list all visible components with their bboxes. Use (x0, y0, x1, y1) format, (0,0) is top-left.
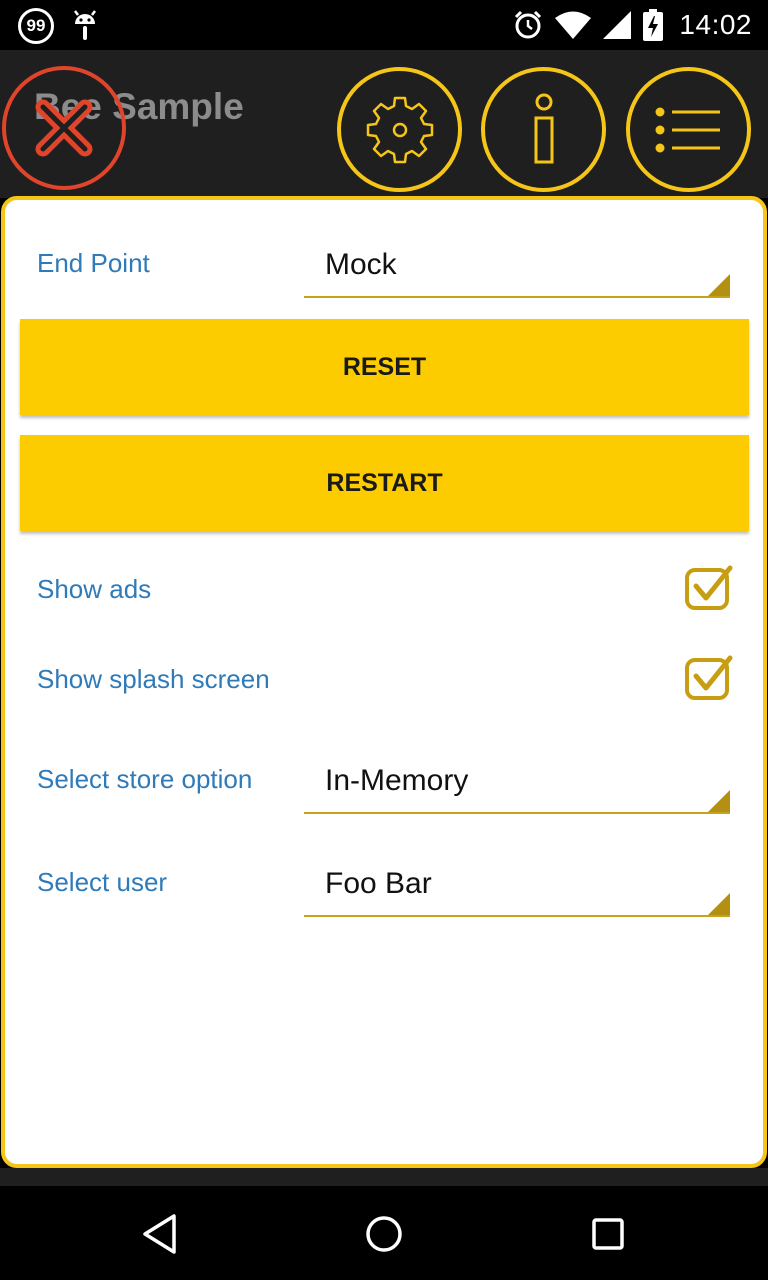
alarm-icon (515, 10, 542, 39)
info-icon (534, 93, 553, 163)
gear-icon (366, 96, 433, 163)
cell-signal-icon (603, 11, 632, 39)
back-icon (143, 1214, 176, 1254)
settings-panel: End Point Mock RESET RESTART Show ads Sh… (1, 196, 767, 1168)
store-option-value: In-Memory (325, 764, 469, 797)
end-point-label: End Point (37, 248, 150, 278)
restart-button[interactable]: RESTART (20, 435, 749, 531)
status-left: 99 (18, 8, 98, 44)
store-option-row: Select store option In-Memory (5, 752, 763, 816)
close-button[interactable] (2, 66, 126, 190)
list-menu-icon (655, 107, 720, 152)
end-point-value: Mock (325, 248, 397, 281)
user-label: Select user (37, 867, 168, 897)
home-icon (366, 1216, 402, 1252)
status-right: 14:02 (513, 8, 752, 42)
end-point-row: End Point Mock (5, 236, 763, 300)
info-button[interactable] (481, 67, 606, 192)
dropdown-arrow-icon (708, 274, 730, 296)
show-ads-row: Show ads (5, 560, 763, 616)
status-time: 14:02 (679, 9, 752, 40)
back-button[interactable] (134, 1208, 186, 1260)
show-ads-label: Show ads (37, 574, 152, 604)
user-spinner[interactable]: Foo Bar (304, 855, 730, 917)
home-button[interactable] (358, 1208, 410, 1260)
notification-badge: 99 (18, 8, 54, 44)
recents-button[interactable] (582, 1208, 634, 1260)
nav-gap (0, 1168, 768, 1186)
reset-button[interactable]: RESET (20, 319, 749, 415)
end-point-spinner[interactable]: Mock (304, 236, 730, 298)
dropdown-arrow-icon (708, 790, 730, 812)
android-debug-icon (74, 10, 96, 40)
action-bar: Bee Sample (0, 50, 768, 198)
wifi-icon (555, 11, 592, 39)
show-ads-checkbox[interactable] (685, 564, 733, 612)
menu-button[interactable] (626, 67, 751, 192)
status-bar: 99 14:02 (0, 0, 768, 50)
battery-charging-icon (643, 9, 664, 41)
user-row: Select user Foo Bar (5, 855, 763, 919)
store-option-label: Select store option (37, 764, 253, 794)
show-splash-row: Show splash screen (5, 650, 763, 706)
settings-button[interactable] (337, 67, 462, 192)
store-option-spinner[interactable]: In-Memory (304, 752, 730, 814)
navigation-bar (0, 1186, 768, 1280)
close-icon (35, 99, 93, 157)
show-splash-label: Show splash screen (37, 664, 270, 694)
recents-icon (592, 1218, 624, 1250)
dropdown-arrow-icon (708, 893, 730, 915)
show-splash-checkbox[interactable] (685, 654, 733, 702)
user-value: Foo Bar (325, 867, 432, 900)
